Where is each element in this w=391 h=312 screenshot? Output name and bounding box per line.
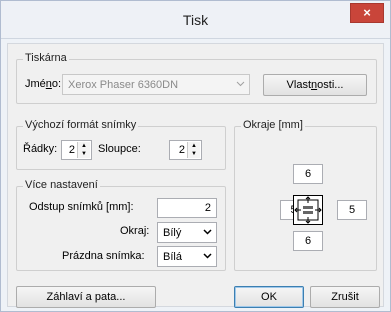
slide-format-group: Výchozí formát snímky Řádky: 2 ▲ ▼ Sloup…	[16, 119, 226, 170]
cols-stepper[interactable]: 2 ▲ ▼	[169, 140, 202, 160]
header-footer-button[interactable]: Záhlaví a pata...	[16, 286, 156, 308]
more-settings-legend: Více nastavení	[23, 179, 100, 191]
margins-group: Okraje [mm] 6 5 5	[234, 119, 377, 271]
cols-label: Sloupce:	[98, 143, 141, 155]
close-icon: ×	[363, 5, 371, 20]
border-label: Okraj:	[120, 225, 150, 237]
printer-select-value: Xerox Phaser 6360DN	[68, 79, 179, 91]
chevron-down-icon	[202, 251, 212, 261]
margin-preview-icon	[293, 195, 323, 225]
more-settings-group: Více nastavení Odstup snímků [mm]: 2 Okr…	[16, 179, 226, 271]
rows-value: 2	[68, 144, 75, 156]
properties-button[interactable]: Vlastnosti...	[263, 74, 367, 96]
margin-bottom-field[interactable]: 6	[293, 231, 323, 251]
border-select-value: Bílý	[163, 227, 182, 239]
rows-label: Řádky:	[23, 143, 58, 155]
empty-slide-select[interactable]: Bílá	[157, 246, 217, 267]
rows-stepper[interactable]: 2 ▲ ▼	[61, 140, 92, 160]
margin-bottom-value: 6	[304, 235, 312, 247]
cols-value: 2	[178, 144, 185, 156]
border-select[interactable]: Bílý	[157, 222, 217, 243]
cancel-button[interactable]: Zrušit	[310, 286, 380, 308]
spacing-value: 2	[204, 202, 211, 214]
margin-top-value: 6	[304, 168, 312, 180]
dialog-title: Tisk	[182, 12, 209, 28]
empty-slide-label: Prázdna snímka:	[62, 250, 145, 262]
close-button[interactable]: ×	[350, 3, 384, 23]
spin-up-icon[interactable]: ▲	[78, 142, 90, 150]
chevron-down-icon	[202, 227, 212, 237]
printer-select[interactable]: Xerox Phaser 6360DN	[62, 74, 250, 95]
slide-format-legend: Výchozí formát snímky	[23, 119, 139, 131]
printer-group: Tiskárna Jméno: Xerox Phaser 6360DN Vlas…	[16, 52, 377, 104]
empty-slide-select-value: Bílá	[163, 251, 182, 263]
spin-down-icon[interactable]: ▼	[78, 150, 90, 158]
chevron-down-icon	[235, 79, 245, 89]
printer-name-label: Jméno:	[25, 78, 62, 90]
print-dialog: Tisk × Tiskárna Jméno: Xerox Phaser 6360…	[0, 0, 391, 312]
title-bar: Tisk ×	[1, 1, 390, 39]
spin-up-icon[interactable]: ▲	[188, 142, 200, 150]
printer-group-legend: Tiskárna	[23, 52, 69, 64]
spin-down-icon[interactable]: ▼	[188, 150, 200, 158]
margin-right-value: 5	[348, 204, 356, 216]
margin-top-field[interactable]: 6	[293, 164, 323, 184]
margins-legend: Okraje [mm]	[241, 119, 305, 131]
dialog-body: Tiskárna Jméno: Xerox Phaser 6360DN Vlas…	[7, 43, 384, 308]
ok-button[interactable]: OK	[234, 286, 304, 308]
spacing-label: Odstup snímků [mm]:	[29, 201, 134, 213]
spacing-field[interactable]: 2	[157, 198, 217, 218]
margin-right-field[interactable]: 5	[337, 200, 367, 220]
